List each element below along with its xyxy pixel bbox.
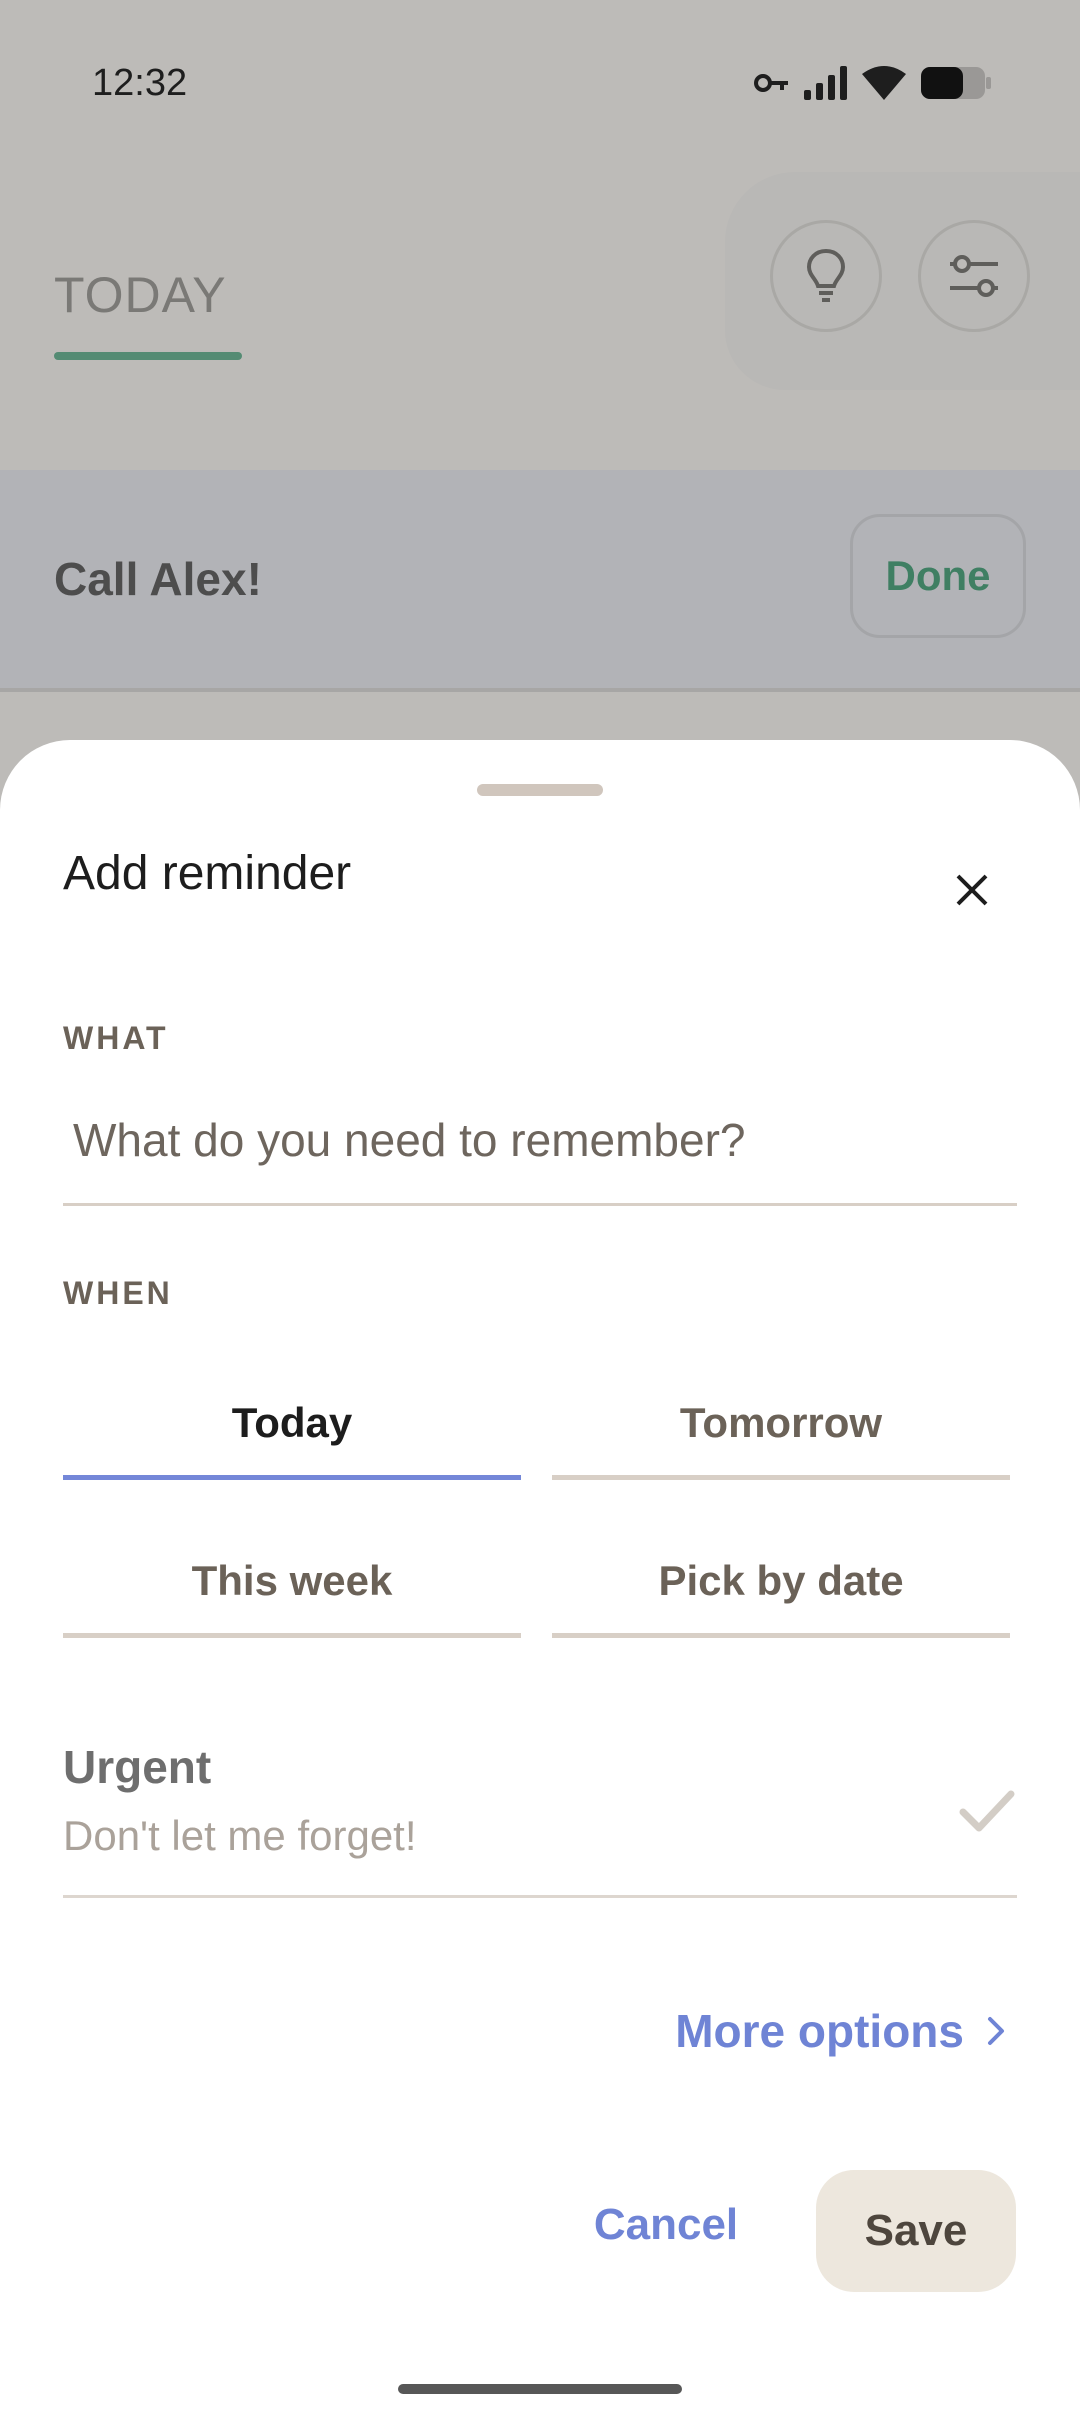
save-button[interactable]: Save bbox=[816, 2170, 1016, 2292]
status-time: 12:32 bbox=[92, 62, 188, 104]
what-input[interactable] bbox=[63, 1076, 1017, 1206]
chevron-right-icon bbox=[988, 2017, 1004, 2045]
status-bar: 12:32 bbox=[0, 0, 1080, 170]
signal-icon bbox=[804, 66, 847, 100]
checkmark-icon bbox=[959, 1790, 1015, 1832]
more-options-label: More options bbox=[675, 2005, 964, 2057]
lightbulb-icon bbox=[806, 248, 846, 302]
tab-today: TODAY bbox=[54, 267, 227, 323]
when-option-pick-by-date[interactable]: Pick by date bbox=[552, 1528, 1010, 1638]
tab-today-indicator bbox=[54, 352, 242, 360]
when-option-today[interactable]: Today bbox=[63, 1370, 521, 1480]
close-icon bbox=[956, 874, 988, 906]
close-button[interactable] bbox=[940, 858, 1004, 922]
add-reminder-sheet: Add reminder WHAT WHEN Today Tomorrow Th… bbox=[0, 740, 1080, 2424]
sheet-title: Add reminder bbox=[63, 847, 352, 900]
reminder-list-item: Call Alex! Done bbox=[0, 470, 1080, 692]
sheet-drag-handle[interactable] bbox=[477, 784, 603, 796]
more-options-link[interactable]: More options bbox=[675, 2004, 1006, 2058]
what-label: WHAT bbox=[63, 1020, 169, 1056]
cancel-button[interactable]: Cancel bbox=[578, 2168, 754, 2282]
filter-settings-icon bbox=[950, 255, 998, 297]
done-button: Done bbox=[850, 514, 1026, 638]
when-label: WHEN bbox=[63, 1275, 173, 1311]
when-option-this-week[interactable]: This week bbox=[63, 1528, 521, 1638]
vpn-key-icon bbox=[754, 74, 788, 92]
battery-icon bbox=[921, 67, 991, 99]
urgent-subtitle: Don't let me forget! bbox=[63, 1812, 417, 1859]
when-option-tomorrow[interactable]: Tomorrow bbox=[552, 1370, 1010, 1480]
home-indicator[interactable] bbox=[398, 2384, 682, 2394]
reminder-text: Call Alex! bbox=[54, 553, 262, 605]
tips-button bbox=[770, 220, 882, 332]
wifi-icon bbox=[862, 66, 906, 100]
status-icons bbox=[754, 66, 992, 100]
urgent-toggle[interactable]: Urgent Don't let me forget! bbox=[63, 1740, 1017, 1898]
urgent-title: Urgent bbox=[63, 1741, 212, 1793]
filter-button bbox=[918, 220, 1030, 332]
